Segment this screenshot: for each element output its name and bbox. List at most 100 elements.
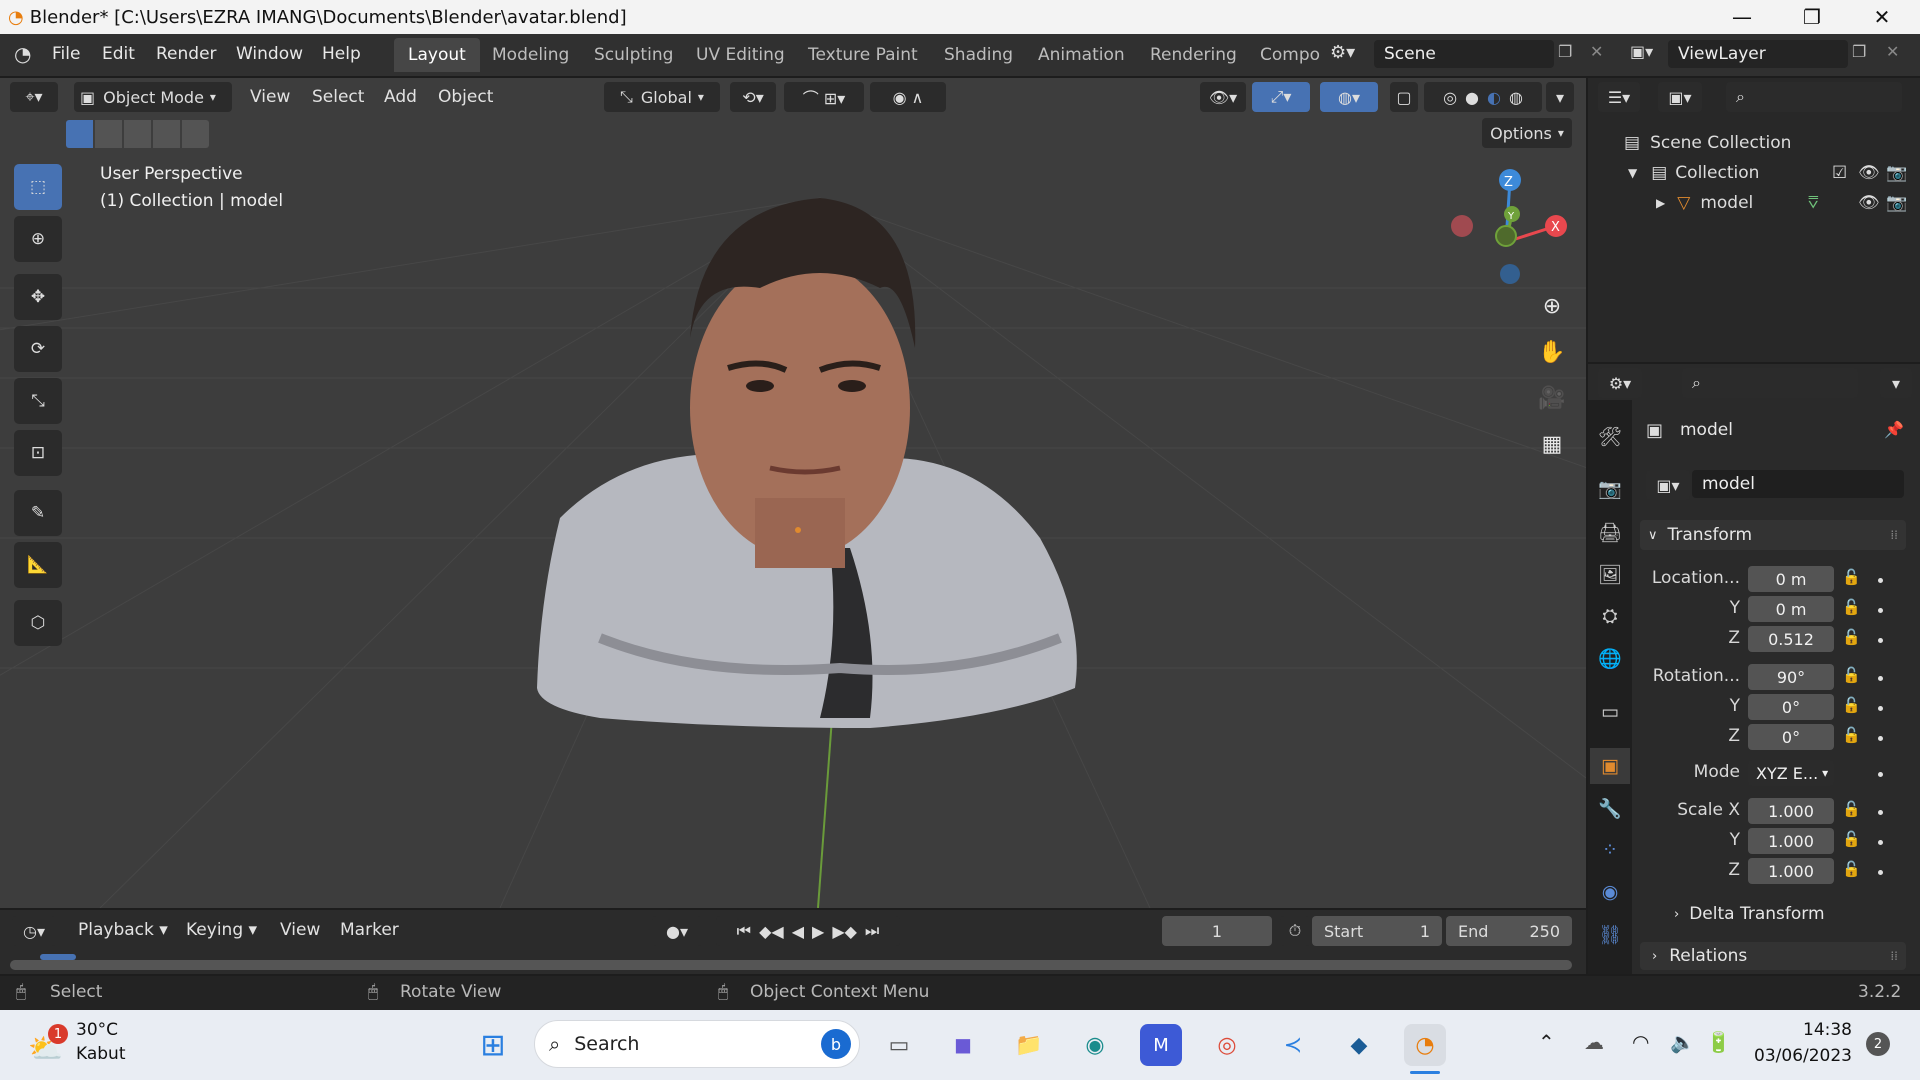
blender-menu-icon[interactable]: ◔ (14, 42, 31, 66)
keyframe-dot[interactable] (1878, 608, 1883, 613)
material-shading-icon[interactable]: ◐ (1487, 88, 1501, 107)
snap-button[interactable]: ⌒ ⊞▾ (784, 82, 864, 112)
jump-start-icon[interactable]: ⏮ (737, 921, 751, 941)
outliner-object-model[interactable]: ▶ ▽ model ⩢ 👁 📷 (1588, 188, 1920, 218)
menu-object[interactable]: Object (438, 87, 493, 107)
remove-scene-icon[interactable]: ✕ (1590, 42, 1603, 61)
scene-tab-icon[interactable]: ⛭ (1590, 598, 1630, 634)
avatar-model[interactable] (537, 198, 1077, 728)
pivot-point-button[interactable]: ⟲▾ (730, 82, 776, 112)
menu-window[interactable]: Window (236, 44, 303, 64)
transform-panel-header[interactable]: ∨ Transform ⁞⁞ (1640, 520, 1906, 550)
current-frame-field[interactable]: 1 (1162, 916, 1272, 946)
menu-view[interactable]: View (250, 87, 290, 107)
transform-tool[interactable]: ⊡ (14, 430, 62, 476)
playhead[interactable] (40, 954, 76, 960)
tab-texture-paint[interactable]: Texture Paint (794, 38, 932, 72)
outliner-search-input[interactable]: ⌕ (1726, 82, 1902, 112)
shading-modes[interactable]: ◎ ● ◐ ◍ (1424, 82, 1542, 112)
properties-options-button[interactable]: ▾ (1880, 368, 1912, 398)
rotation-z-field[interactable]: 0° (1748, 724, 1834, 750)
view-layer-tab-icon[interactable]: 🖼 (1590, 556, 1630, 592)
mesh-data-icon[interactable]: ⩢ (1808, 193, 1818, 213)
lock-icon[interactable]: 🔓 (1842, 696, 1861, 714)
rotation-mode-dropdown[interactable]: XYZ E... ▾ (1748, 760, 1834, 786)
visibility-eye-icon[interactable]: 👁 (1858, 163, 1880, 183)
lock-icon[interactable]: 🔓 (1842, 568, 1861, 586)
scale-tool[interactable]: ⤡ (14, 378, 62, 424)
windows-start-icon[interactable]: ⊞ (472, 1024, 514, 1066)
close-button[interactable]: ✕ (1848, 0, 1916, 34)
drag-handle-icon[interactable]: ⁞⁞ (1890, 528, 1898, 542)
timeline-scrollbar[interactable] (10, 960, 1572, 970)
menu-select[interactable]: Select (312, 87, 364, 107)
constraints-tab-icon[interactable]: ⛓ (1590, 916, 1630, 952)
outliner-scene-collection[interactable]: ▤ Scene Collection (1588, 128, 1920, 158)
tab-modeling[interactable]: Modeling (478, 38, 583, 72)
lock-icon[interactable]: 🔓 (1842, 830, 1861, 848)
weather-temperature[interactable]: 30°C (76, 1020, 118, 1040)
playback-menu[interactable]: Playback ▾ (78, 920, 168, 940)
lock-icon[interactable]: 🔓 (1842, 666, 1861, 684)
measure-tool[interactable]: 📐 (14, 542, 62, 588)
xray-toggle[interactable]: ▢ (1390, 82, 1418, 112)
tab-animation[interactable]: Animation (1024, 38, 1139, 72)
minimize-button[interactable]: — (1708, 0, 1776, 34)
outliner-editor-type-button[interactable]: ☰▾ (1598, 82, 1640, 112)
select-invert-mode-icon[interactable] (153, 120, 180, 148)
keyframe-dot[interactable] (1878, 810, 1883, 815)
select-box-mode-icon[interactable] (66, 120, 93, 148)
editor-type-button[interactable]: ⌖▾ (10, 82, 58, 112)
outliner-display-mode-button[interactable]: ▣▾ (1658, 82, 1702, 112)
new-viewlayer-icon[interactable]: ❐ (1852, 42, 1866, 61)
start-frame-field[interactable]: Start 1 (1312, 916, 1442, 946)
neg-y-axis-handle[interactable] (1495, 225, 1517, 247)
mode-dropdown[interactable]: ▣ Object Mode ▾ (74, 82, 232, 112)
edge-browser-icon[interactable]: ◉ (1074, 1024, 1116, 1066)
keyframe-dot[interactable] (1878, 840, 1883, 845)
tab-layout[interactable]: Layout (394, 38, 480, 72)
modifier-tab-icon[interactable]: 🔧 (1590, 790, 1630, 826)
drag-handle-icon[interactable]: ⁞⁞ (1890, 949, 1898, 963)
location-y-field[interactable]: 0 m (1748, 596, 1834, 622)
battery-icon[interactable]: 🔋 (1706, 1030, 1731, 1054)
rotation-y-field[interactable]: 0° (1748, 694, 1834, 720)
marker-menu[interactable]: Marker (340, 920, 399, 940)
scene-icon[interactable]: ⚙▾ (1330, 42, 1355, 63)
datablock-browse-button[interactable]: ▣▾ (1646, 470, 1690, 500)
scale-y-field[interactable]: 1.000 (1748, 828, 1834, 854)
cursor-tool[interactable]: ⊕ (14, 216, 62, 262)
zoom-icon[interactable]: ⊕ (1532, 286, 1572, 326)
auto-keying-button[interactable]: ●▾ (652, 916, 702, 946)
add-cube-tool[interactable]: ⬡ (14, 600, 62, 646)
tab-sculpting[interactable]: Sculpting (580, 38, 687, 72)
particles-tab-icon[interactable]: ⁘ (1590, 832, 1630, 868)
select-intersect-mode-icon[interactable] (182, 120, 209, 148)
weather-description[interactable]: Kabut (76, 1044, 126, 1064)
timeline-view-menu[interactable]: View (280, 920, 320, 940)
relations-panel-header[interactable]: › Relations ⁞⁞ (1640, 942, 1906, 970)
tool-tab-icon[interactable]: 🛠 (1590, 418, 1630, 454)
stopwatch-icon[interactable]: ⏱ (1280, 916, 1310, 946)
pin-icon[interactable]: 📌 (1884, 420, 1904, 439)
lock-icon[interactable]: 🔓 (1842, 726, 1861, 744)
world-tab-icon[interactable]: 🌐 (1590, 640, 1630, 676)
overlay-toggle[interactable]: ◍▾ (1320, 82, 1378, 112)
camera-view-icon[interactable]: 🎥 (1532, 378, 1572, 418)
rotation-x-field[interactable]: 90° (1748, 664, 1834, 690)
navigation-gizmo[interactable]: Z X Y (1440, 160, 1580, 290)
menu-help[interactable]: Help (322, 44, 361, 64)
keyframe-dot[interactable] (1878, 736, 1883, 741)
render-tab-icon[interactable]: 📷 (1590, 470, 1630, 506)
menu-file[interactable]: File (52, 44, 80, 64)
solid-shading-icon[interactable]: ● (1465, 88, 1479, 107)
neg-z-axis-handle[interactable] (1500, 264, 1520, 284)
visibility-button[interactable]: 👁▾ (1200, 82, 1246, 112)
volume-icon[interactable]: 🔈 (1670, 1030, 1695, 1054)
lock-icon[interactable]: 🔓 (1842, 860, 1861, 878)
new-scene-icon[interactable]: ❐ (1558, 42, 1572, 61)
neg-x-axis-handle[interactable] (1451, 215, 1473, 237)
lock-icon[interactable]: 🔓 (1842, 800, 1861, 818)
select-subtract-mode-icon[interactable] (124, 120, 151, 148)
collection-tab-icon[interactable]: ▭ (1590, 694, 1630, 730)
